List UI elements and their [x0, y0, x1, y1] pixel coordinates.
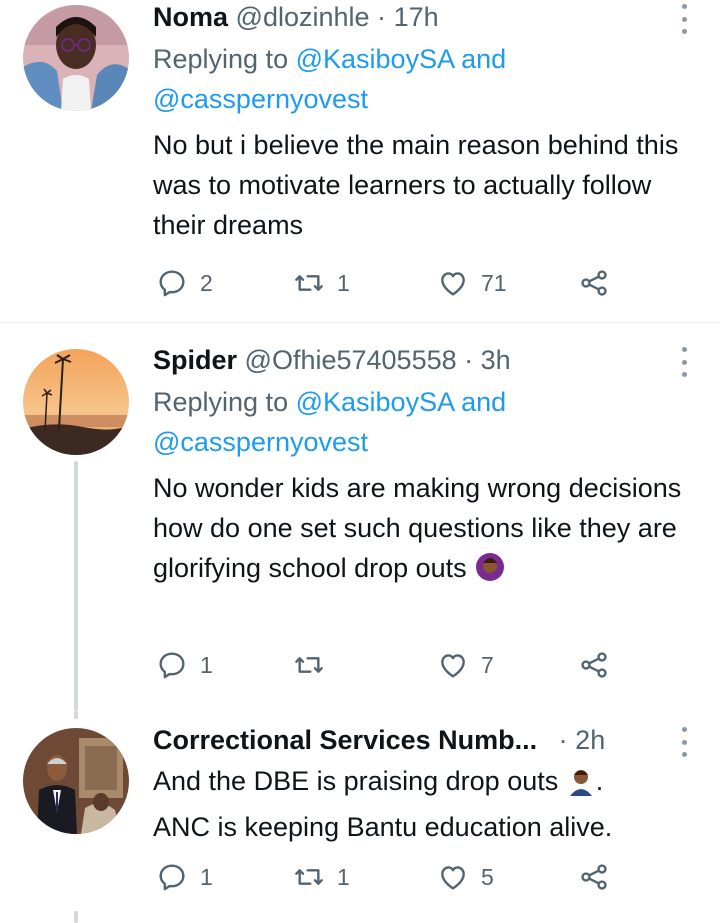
tweet-header: Noma @dlozinhle · 17h [153, 0, 439, 34]
timestamp[interactable]: 3h [481, 345, 511, 375]
author-name[interactable]: Noma [153, 2, 228, 32]
thread-line [74, 711, 78, 719]
retweet-icon [295, 869, 323, 885]
avatar[interactable] [23, 349, 129, 455]
like-count: 7 [481, 651, 494, 678]
heart-icon [441, 654, 465, 678]
mention-and[interactable]: and [461, 387, 506, 417]
mention-link[interactable]: @casspernyovest [153, 427, 368, 457]
retweet-count: 1 [337, 269, 350, 296]
facepalm-emoji-icon [474, 551, 506, 594]
share-button[interactable] [578, 265, 610, 301]
mention-and[interactable]: and [461, 44, 506, 74]
share-button[interactable] [578, 859, 610, 895]
more-vertical-icon[interactable] [678, 727, 690, 757]
share-button[interactable] [578, 647, 610, 683]
tweet-spider[interactable]: Spider @Ofhie57405558 · 3h Replying to @… [0, 323, 720, 711]
like-button[interactable]: 7 [437, 647, 494, 683]
share-icon [581, 652, 607, 678]
reply-icon [159, 864, 185, 891]
separator-dot: · [558, 725, 568, 755]
reply-icon [159, 652, 185, 679]
retweet-icon [295, 275, 323, 291]
author-handle[interactable]: @dlozinhle [236, 2, 370, 32]
retweet-count: 1 [337, 863, 350, 890]
more-vertical-icon[interactable] [678, 347, 690, 377]
timestamp[interactable]: 17h [394, 2, 439, 32]
avatar-image [23, 5, 129, 111]
tweet-actions: 1 7 [153, 647, 623, 683]
tweet-actions: 2 1 71 [153, 265, 623, 301]
reply-button[interactable]: 1 [156, 859, 213, 895]
avatar[interactable] [23, 5, 129, 111]
avatar[interactable] [23, 728, 129, 834]
heart-icon [441, 866, 465, 890]
separator-dot: · [464, 345, 474, 375]
tweet-text-line1: And the DBE is praising drop outs [153, 766, 559, 796]
tweet-text: No wonder kids are making wrong decision… [153, 468, 698, 594]
more-vertical-icon[interactable] [678, 4, 690, 34]
share-icon [581, 270, 607, 296]
mention-link[interactable]: @KasiboySA [296, 44, 454, 74]
tweet-text: And the DBE is praising drop outs . ANC … [153, 761, 698, 847]
thread-line [74, 911, 78, 923]
tweet-text-line1-end: . [595, 766, 604, 796]
reply-button[interactable]: 1 [156, 647, 213, 683]
mention-link[interactable]: @KasiboySA [296, 387, 454, 417]
avatar-image [23, 349, 129, 455]
reply-button[interactable]: 2 [156, 265, 213, 301]
separator-dot: · [377, 2, 387, 32]
tweet-text: No but i believe the main reason behind … [153, 130, 679, 240]
like-count: 71 [481, 269, 507, 296]
author-handle[interactable]: @Ofhie57405558 [245, 345, 457, 375]
avatar-image [23, 728, 129, 834]
tweet-text-content: No wonder kids are making wrong decision… [153, 473, 682, 583]
like-button[interactable]: 71 [437, 265, 507, 301]
author-name[interactable]: Spider [153, 345, 237, 375]
tweet-header: Spider @Ofhie57405558 · 3h [153, 343, 511, 377]
share-icon [581, 864, 607, 890]
mention-link[interactable]: @casspernyovest [153, 84, 368, 114]
tweet-noma[interactable]: Noma @dlozinhle · 17h Replying to @Kasib… [0, 0, 720, 322]
retweet-button[interactable] [293, 647, 337, 683]
facepalm-emoji-icon [566, 766, 596, 807]
timestamp[interactable]: 2h [575, 725, 605, 755]
author-name[interactable]: Correctional Services Numb... [153, 725, 537, 755]
tweet-header: Correctional Services Numb... · 2h [153, 723, 605, 757]
tweet-text-line2: ANC is keeping Bantu education alive. [153, 812, 613, 842]
replying-to: Replying to @KasiboySA and @casspernyove… [153, 39, 693, 119]
retweet-button[interactable]: 1 [293, 265, 350, 301]
tweet-actions: 1 1 5 [153, 859, 623, 895]
thread-line [74, 461, 78, 711]
reply-count: 1 [200, 651, 213, 678]
replying-to-label: Replying to [153, 387, 289, 417]
like-count: 5 [481, 863, 494, 890]
like-button[interactable]: 5 [437, 859, 494, 895]
reply-icon [159, 270, 185, 297]
replying-to: Replying to @KasiboySA and @casspernyove… [153, 382, 693, 462]
replying-to-label: Replying to [153, 44, 289, 74]
reply-count: 1 [200, 863, 213, 890]
retweet-button[interactable]: 1 [293, 859, 350, 895]
heart-icon [441, 272, 465, 296]
tweet-correctional-services[interactable]: Correctional Services Numb... · 2h And t… [0, 711, 720, 923]
reply-count: 2 [200, 269, 213, 296]
retweet-icon [295, 657, 323, 673]
